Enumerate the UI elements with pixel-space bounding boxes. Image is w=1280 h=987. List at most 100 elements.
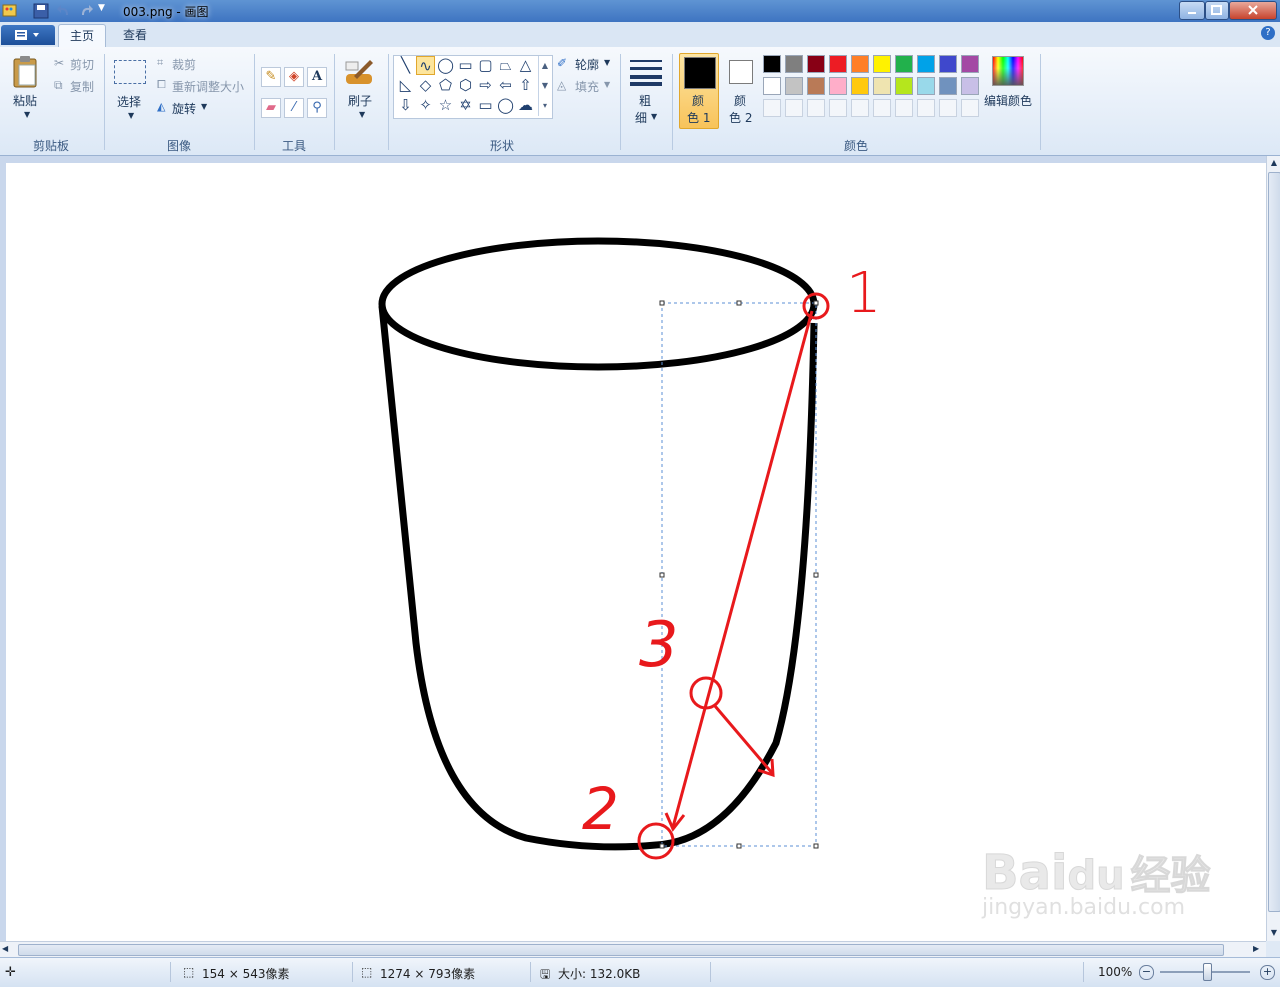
magnifier-icon[interactable]: ⚲ (307, 98, 327, 118)
color-picker-icon[interactable]: ⁄ (284, 98, 304, 118)
palette-swatch[interactable] (873, 55, 891, 73)
tab-home[interactable]: 主页 (58, 24, 107, 47)
line-size-dropdown-icon[interactable]: ▼ (651, 112, 657, 121)
callout-rect-shape-icon[interactable]: ▭ (476, 96, 495, 115)
palette-swatch[interactable] (917, 55, 935, 73)
palette-swatch[interactable] (851, 77, 869, 95)
right-triangle-shape-icon[interactable]: ◺ (396, 76, 415, 95)
horizontal-scrollbar[interactable]: ◀ ▶ (0, 941, 1266, 958)
cut-button[interactable]: 剪切 (70, 56, 94, 73)
diamond-shape-icon[interactable]: ◇ (416, 76, 435, 95)
undo-icon[interactable] (56, 3, 72, 19)
triangle-shape-icon[interactable]: △ (516, 56, 535, 75)
zoom-out-button[interactable]: − (1139, 965, 1154, 980)
palette-swatch[interactable] (961, 77, 979, 95)
zoom-slider-handle[interactable] (1203, 963, 1212, 981)
palette-swatch[interactable] (895, 77, 913, 95)
edit-colors-button[interactable]: 编辑颜色 (984, 92, 1032, 109)
palette-empty-slot[interactable] (829, 99, 847, 117)
palette-swatch[interactable] (785, 55, 803, 73)
palette-swatch[interactable] (807, 55, 825, 73)
up-arrow-shape-icon[interactable]: ⇧ (516, 76, 535, 95)
six-point-star-shape-icon[interactable]: ✡ (456, 96, 475, 115)
palette-empty-slot[interactable] (895, 99, 913, 117)
brush-dropdown-icon[interactable]: ▼ (359, 110, 365, 119)
rectangle-shape-icon[interactable]: ▭ (456, 56, 475, 75)
outline-button[interactable]: 轮廓 (575, 56, 599, 73)
paste-dropdown-icon[interactable]: ▼ (24, 110, 30, 119)
palette-swatch[interactable] (917, 77, 935, 95)
selection-handles[interactable] (659, 300, 819, 849)
down-arrow-shape-icon[interactable]: ⇩ (396, 96, 415, 115)
outline-dropdown-icon[interactable]: ▼ (604, 58, 610, 67)
rotate-button[interactable]: 旋转 (172, 100, 196, 117)
paste-button[interactable]: 粘贴 (13, 92, 37, 109)
color2-label-2[interactable]: 色 2 (729, 109, 752, 126)
minimize-button[interactable] (1179, 1, 1205, 20)
palette-empty-slot[interactable] (807, 99, 825, 117)
vertical-scrollbar[interactable]: ▲ ▼ (1266, 156, 1280, 941)
close-button[interactable] (1229, 1, 1277, 20)
line-size-label-2[interactable]: 细 (635, 109, 647, 126)
select-dropdown-icon[interactable]: ▼ (128, 111, 134, 120)
quick-access-dropdown-icon[interactable]: ▼ (98, 3, 114, 19)
edit-colors-icon[interactable] (992, 56, 1024, 86)
zoom-in-button[interactable]: + (1260, 965, 1275, 980)
crop-button[interactable]: 裁剪 (172, 56, 196, 73)
color2-label-1[interactable]: 颜 (734, 92, 746, 109)
help-icon[interactable]: ? (1261, 26, 1275, 40)
tab-view[interactable]: 查看 (112, 24, 158, 46)
oval-shape-icon[interactable]: ◯ (436, 56, 455, 75)
text-tool-icon[interactable]: A (307, 67, 327, 87)
palette-empty-slot[interactable] (763, 99, 781, 117)
select-button[interactable]: 选择 (117, 93, 141, 110)
scroll-right-icon[interactable]: ▶ (1253, 944, 1259, 953)
palette-swatch[interactable] (939, 77, 957, 95)
hexagon-shape-icon[interactable]: ⬡ (456, 76, 475, 95)
copy-button[interactable]: 复制 (70, 78, 94, 95)
redo-icon[interactable] (78, 3, 94, 19)
palette-swatch[interactable] (763, 77, 781, 95)
palette-empty-slot[interactable] (939, 99, 957, 117)
callout-oval-shape-icon[interactable]: ◯ (496, 96, 515, 115)
rounded-rectangle-shape-icon[interactable]: ▢ (476, 56, 495, 75)
palette-empty-slot[interactable] (851, 99, 869, 117)
maximize-button[interactable] (1205, 1, 1229, 20)
scroll-down-icon[interactable]: ▼ (1267, 926, 1280, 940)
palette-swatch[interactable] (873, 77, 891, 95)
fill-dropdown-icon[interactable]: ▼ (604, 80, 610, 89)
paint-menu-button[interactable] (1, 25, 55, 45)
palette-swatch[interactable] (829, 55, 847, 73)
horizontal-scroll-thumb[interactable] (18, 944, 1224, 956)
pencil-icon[interactable]: ✎ (261, 67, 281, 87)
line-size-label-1[interactable]: 粗 (639, 92, 651, 109)
color2-swatch[interactable] (729, 60, 753, 84)
line-size-icon[interactable] (629, 58, 663, 86)
fill-bucket-icon[interactable]: ◈ (284, 67, 304, 87)
resize-button[interactable]: 重新调整大小 (172, 78, 244, 95)
drawing-canvas[interactable]: 1 2 3 Baidu 经验 jingyan.baidu.com (6, 163, 1266, 941)
palette-swatch[interactable] (961, 55, 979, 73)
shapes-gallery-scroll[interactable]: ▲ ▼ ▾ (538, 56, 551, 116)
select-icon[interactable] (114, 60, 146, 84)
palette-swatch[interactable] (807, 77, 825, 95)
brush-icon[interactable] (344, 56, 376, 88)
right-arrow-shape-icon[interactable]: ⇨ (476, 76, 495, 95)
callout-cloud-shape-icon[interactable]: ☁ (516, 96, 535, 115)
palette-swatch[interactable] (851, 55, 869, 73)
line-shape-icon[interactable]: ╲ (396, 56, 415, 75)
rotate-dropdown-icon[interactable]: ▼ (201, 102, 207, 111)
eraser-icon[interactable]: ▰ (261, 98, 281, 118)
palette-empty-slot[interactable] (961, 99, 979, 117)
palette-empty-slot[interactable] (873, 99, 891, 117)
five-point-star-shape-icon[interactable]: ☆ (436, 96, 455, 115)
four-point-star-shape-icon[interactable]: ✧ (416, 96, 435, 115)
palette-swatch[interactable] (829, 77, 847, 95)
scroll-up-icon[interactable]: ▲ (1267, 156, 1280, 170)
vertical-scroll-thumb[interactable] (1268, 172, 1280, 912)
palette-empty-slot[interactable] (917, 99, 935, 117)
paste-icon[interactable] (10, 55, 42, 91)
brush-button[interactable]: 刷子 (348, 92, 372, 109)
polygon-shape-icon[interactable]: ⏢ (496, 56, 515, 75)
palette-swatch[interactable] (939, 55, 957, 73)
